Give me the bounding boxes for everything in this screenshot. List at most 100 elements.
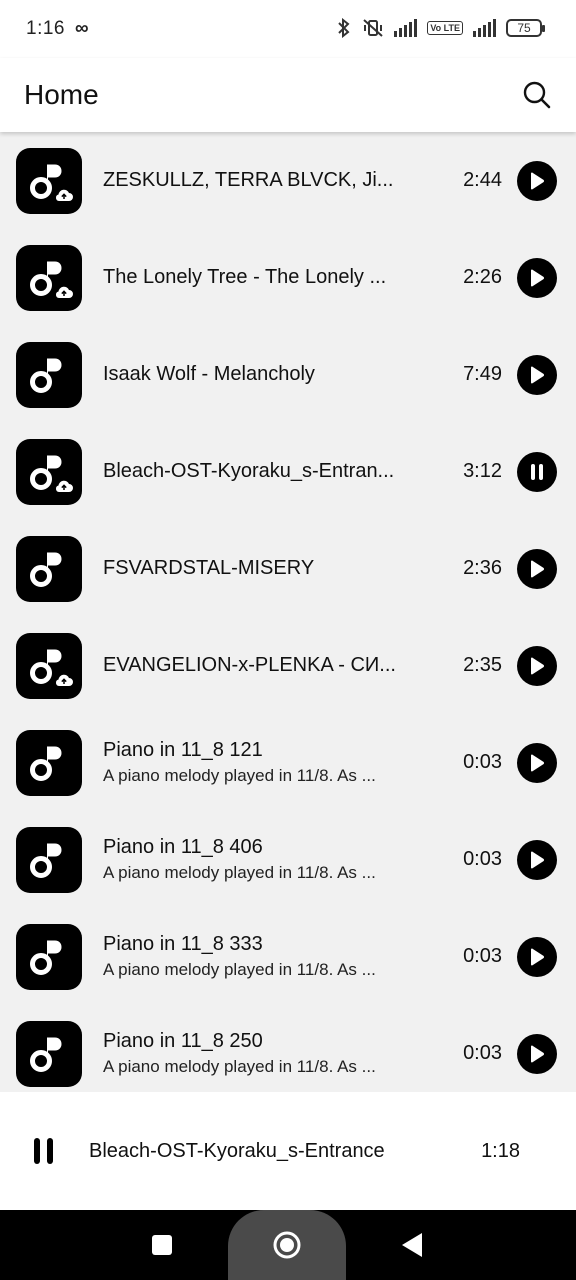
status-time: 1:16 — [26, 18, 65, 39]
track-artwork — [16, 147, 82, 214]
track-row[interactable]: Isaak Wolf - Melancholy 7:49 — [0, 326, 576, 423]
track-info: Piano in 11_8 121 A piano melody played … — [103, 739, 403, 786]
mini-player[interactable]: Bleach-OST-Kyoraku_s-Entrance 1:18 — [0, 1092, 576, 1210]
music-note-icon — [30, 552, 62, 587]
now-playing-elapsed: 1:18 — [481, 1139, 520, 1162]
track-artwork — [16, 632, 82, 699]
cloud-upload-icon — [55, 189, 73, 201]
track-title: EVANGELION-x-PLENKA - СИ... — [103, 654, 396, 676]
track-row[interactable]: Bleach-OST-Kyoraku_s-Entran... 3:12 — [0, 423, 576, 520]
track-artwork — [16, 341, 82, 408]
status-bar: 1:16 ∞ Vo LTE 75 — [0, 0, 576, 58]
play-icon — [531, 560, 545, 577]
music-note-icon — [30, 940, 62, 975]
track-duration: 0:03 — [463, 751, 502, 773]
music-note-icon — [30, 455, 73, 492]
track-title: Bleach-OST-Kyoraku_s-Entran... — [103, 460, 395, 482]
play-icon — [531, 754, 545, 771]
track-row[interactable]: EVANGELION-x-PLENKA - СИ... 2:35 — [0, 617, 576, 714]
track-title: Isaak Wolf - Melancholy — [103, 363, 315, 385]
music-note-icon — [30, 164, 73, 201]
track-row[interactable]: ZESKULLZ, TERRA BLVCK, Ji... 2:44 — [0, 132, 576, 229]
infinity-icon: ∞ — [74, 18, 89, 39]
play-button[interactable] — [517, 839, 557, 880]
track-subtitle: A piano melody played in 11/8. As ... — [103, 766, 376, 785]
track-row[interactable]: The Lonely Tree - The Lonely ... 2:26 — [0, 229, 576, 326]
play-icon — [531, 948, 545, 965]
track-row[interactable]: FSVARDSTAL-MISERY 2:36 — [0, 520, 576, 617]
play-button[interactable] — [517, 1033, 557, 1074]
play-button[interactable] — [517, 742, 557, 783]
track-row[interactable]: Piano in 11_8 333 A piano melody played … — [0, 908, 576, 1005]
music-note-icon — [30, 843, 62, 878]
app-bar: Home — [0, 58, 576, 132]
track-info: Bleach-OST-Kyoraku_s-Entran... — [103, 460, 403, 483]
track-duration: 2:44 — [463, 169, 502, 191]
vibrate-off-icon — [363, 19, 383, 37]
play-icon — [531, 366, 545, 383]
track-title: The Lonely Tree - The Lonely ... — [103, 266, 387, 288]
track-title: Piano in 11_8 333 — [103, 933, 263, 955]
recents-icon[interactable] — [151, 1234, 173, 1256]
music-note-icon — [30, 1037, 62, 1072]
track-title: Piano in 11_8 121 — [103, 739, 263, 761]
cloud-upload-icon — [55, 674, 73, 686]
track-subtitle: A piano melody played in 11/8. As ... — [103, 960, 376, 979]
track-title: FSVARDSTAL-MISERY — [103, 557, 315, 579]
system-nav-bar — [0, 1210, 576, 1280]
track-info: FSVARDSTAL-MISERY — [103, 557, 403, 580]
track-row[interactable]: Piano in 11_8 250 A piano melody played … — [0, 1005, 576, 1092]
status-icons: Vo LTE 75 — [336, 18, 545, 38]
signal-icon-2 — [473, 19, 496, 37]
play-icon — [531, 172, 545, 189]
play-icon — [531, 269, 545, 286]
track-title: Piano in 11_8 250 — [103, 1030, 263, 1052]
battery-level: 75 — [517, 21, 531, 35]
back-icon[interactable] — [400, 1232, 424, 1258]
track-artwork — [16, 535, 82, 602]
track-subtitle: A piano melody played in 11/8. As ... — [103, 1057, 376, 1076]
track-artwork — [16, 923, 82, 990]
music-note-icon — [30, 746, 62, 781]
search-icon[interactable] — [522, 80, 552, 110]
track-info: The Lonely Tree - The Lonely ... — [103, 266, 403, 289]
track-duration: 7:49 — [463, 363, 502, 385]
track-artwork — [16, 1020, 82, 1087]
track-artwork — [16, 729, 82, 796]
pause-icon — [531, 463, 543, 480]
track-title: Piano in 11_8 406 — [103, 836, 263, 858]
track-info: ZESKULLZ, TERRA BLVCK, Ji... — [103, 169, 403, 192]
play-button[interactable] — [517, 257, 557, 298]
track-row[interactable]: Piano in 11_8 406 A piano melody played … — [0, 811, 576, 908]
track-title: ZESKULLZ, TERRA BLVCK, Ji... — [103, 169, 394, 191]
bluetooth-icon — [338, 18, 350, 38]
track-duration: 0:03 — [463, 848, 502, 870]
track-info: Isaak Wolf - Melancholy — [103, 363, 403, 386]
cloud-upload-icon — [55, 286, 73, 298]
track-subtitle: A piano melody played in 11/8. As ... — [103, 863, 376, 882]
track-row[interactable]: Piano in 11_8 121 A piano melody played … — [0, 714, 576, 811]
track-duration: 2:36 — [463, 557, 502, 579]
track-info: EVANGELION-x-PLENKA - СИ... — [103, 654, 403, 677]
music-note-icon — [30, 358, 62, 393]
track-duration: 0:03 — [463, 1042, 502, 1064]
play-icon — [531, 657, 545, 674]
now-playing-title: Bleach-OST-Kyoraku_s-Entrance — [89, 1139, 385, 1162]
play-button[interactable] — [517, 936, 557, 977]
signal-icon — [394, 19, 418, 37]
pause-button[interactable] — [517, 451, 557, 492]
play-button[interactable] — [517, 645, 557, 686]
track-list[interactable]: ZESKULLZ, TERRA BLVCK, Ji... 2:44 The Lo… — [0, 132, 576, 1092]
play-icon — [531, 1045, 545, 1062]
track-info: Piano in 11_8 406 A piano melody played … — [103, 836, 403, 883]
play-button[interactable] — [517, 354, 557, 395]
home-icon[interactable] — [272, 1230, 302, 1260]
play-button[interactable] — [517, 548, 557, 589]
track-duration: 2:26 — [463, 266, 502, 288]
play-button[interactable] — [517, 160, 557, 201]
play-icon — [531, 851, 545, 868]
page-title: Home — [24, 79, 99, 110]
pause-icon[interactable] — [32, 1136, 56, 1166]
music-note-icon — [30, 261, 73, 298]
track-duration: 2:35 — [463, 654, 502, 676]
